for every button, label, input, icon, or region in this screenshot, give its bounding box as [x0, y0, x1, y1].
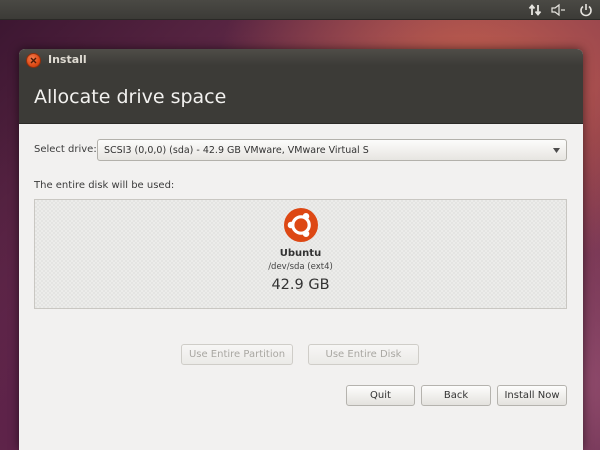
network-updown-icon[interactable]: [527, 2, 543, 18]
chevron-down-icon: [553, 148, 560, 153]
page-heading: Allocate drive space: [34, 86, 227, 108]
power-icon[interactable]: [578, 2, 594, 18]
use-entire-partition-button[interactable]: Use Entire Partition: [181, 344, 293, 365]
window-title: Install: [48, 53, 87, 66]
install-now-button[interactable]: Install Now: [497, 385, 567, 406]
close-icon: [30, 57, 37, 64]
quit-button[interactable]: Quit: [346, 385, 415, 406]
drive-select[interactable]: SCSI3 (0,0,0) (sda) - 42.9 GB VMware, VM…: [97, 139, 567, 161]
volume-icon[interactable]: [551, 2, 567, 18]
os-device: /dev/sda (ext4): [268, 262, 333, 272]
partition-panel: Ubuntu /dev/sda (ext4) 42.9 GB: [34, 199, 567, 309]
top-panel: [0, 0, 600, 20]
close-button[interactable]: [26, 53, 41, 68]
drive-select-value: SCSI3 (0,0,0) (sda) - 42.9 GB VMware, VM…: [104, 145, 369, 156]
installer-window: Install Allocate drive space Select driv…: [19, 49, 583, 450]
select-drive-label: Select drive:: [34, 144, 97, 155]
os-size: 42.9 GB: [271, 277, 330, 293]
back-button[interactable]: Back: [421, 385, 491, 406]
os-name: Ubuntu: [279, 248, 322, 259]
window-titlebar[interactable]: Install Allocate drive space: [19, 49, 583, 124]
disk-usage-label: The entire disk will be used:: [34, 180, 175, 191]
use-entire-disk-button[interactable]: Use Entire Disk: [308, 344, 419, 365]
ubuntu-logo-icon: [284, 208, 318, 242]
